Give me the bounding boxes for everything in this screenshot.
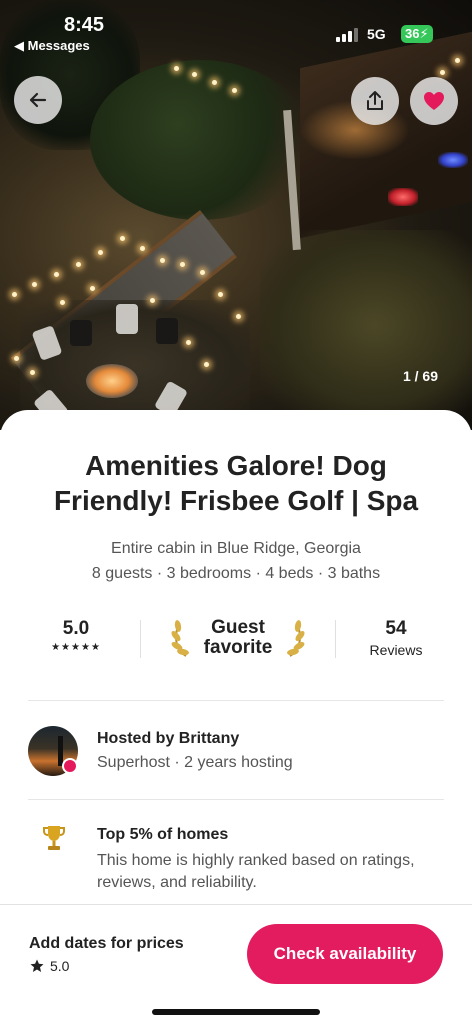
superhost-badge-icon	[62, 758, 78, 774]
photo-string-light	[32, 282, 37, 287]
photo-string-light	[192, 72, 197, 77]
photo-blue-light	[438, 152, 468, 168]
rating-value: 5.0	[62, 618, 90, 639]
photo-string-light	[180, 262, 185, 267]
photo-string-light	[12, 292, 17, 297]
battery-level: 36	[405, 26, 420, 41]
photo-string-light	[200, 270, 205, 275]
listing-capacity: 8 guests · 3 bedrooms · 4 beds · 3 baths	[91, 565, 381, 582]
arrow-left-icon	[29, 92, 47, 108]
listing-photo[interactable]	[0, 0, 472, 430]
photo-string-light	[204, 362, 209, 367]
highlight-title: Top 5% of homes	[97, 826, 229, 843]
photo-string-light	[212, 80, 217, 85]
back-button[interactable]	[14, 76, 62, 124]
rating-summary: 5.0 ★★★★★	[28, 618, 124, 653]
share-button[interactable]	[351, 77, 399, 125]
listing-subtitle: Entire cabin in Blue Ridge, Georgia	[111, 540, 361, 557]
status-time: 8:45	[64, 14, 105, 36]
reviews-count: 54	[385, 618, 407, 639]
share-icon	[367, 91, 383, 110]
photo-string-light	[60, 300, 65, 305]
photo-grass	[260, 230, 472, 420]
photo-string-light	[76, 262, 81, 267]
photo-red-light	[388, 188, 418, 206]
photo-string-light	[54, 272, 59, 277]
photo-string-light	[455, 58, 460, 63]
photo-string-light	[236, 314, 241, 319]
check-availability-button[interactable]: Check availability	[247, 924, 443, 984]
photo-counter: 1 / 69	[402, 368, 438, 384]
photo-string-light	[30, 370, 35, 375]
host-summary[interactable]: Hosted by Brittany Superhost · 2 years h…	[28, 724, 444, 780]
trophy-icon	[43, 826, 65, 850]
photo-string-light	[140, 246, 145, 251]
reviews-label: Reviews	[369, 642, 423, 658]
photo-string-light	[218, 292, 223, 297]
price-prompt[interactable]: Add dates for prices	[29, 935, 184, 953]
cellular-signal-icon	[336, 28, 358, 42]
rating-stars: ★★★★★	[51, 642, 101, 653]
section-divider	[28, 700, 444, 701]
photo-string-light	[14, 356, 19, 361]
laurel-left-icon	[171, 620, 189, 657]
stat-divider	[140, 620, 141, 658]
photo-string-light	[98, 250, 103, 255]
host-name: Hosted by Brittany	[97, 730, 240, 747]
section-divider	[28, 799, 444, 800]
network-type: 5G	[367, 26, 386, 42]
rating-stats[interactable]: 5.0 ★★★★★ Guest favorite 54 Reviews	[28, 606, 444, 678]
reviews-summary[interactable]: 54 Reviews	[348, 618, 444, 658]
status-bar: 8:45 ◀ Messages 5G 36⚡	[0, 12, 472, 54]
photo-string-light	[186, 340, 191, 345]
battery-indicator: 36⚡	[401, 25, 433, 43]
back-to-messages-link[interactable]: ◀ Messages	[14, 38, 90, 54]
charging-icon: ⚡	[419, 26, 429, 41]
host-meta: Superhost · 2 years hosting	[97, 754, 293, 771]
photo-string-light	[90, 286, 95, 291]
photo-dark-chair	[156, 318, 178, 344]
photo-string-light	[440, 70, 445, 75]
stat-divider	[335, 620, 336, 658]
photo-string-light	[150, 298, 155, 303]
favorite-button[interactable]	[410, 77, 458, 125]
photo-dark-chair	[70, 320, 92, 346]
photo-string-light	[174, 66, 179, 71]
highlight-description: This home is highly ranked based on rati…	[97, 852, 415, 891]
listing-highlight: Top 5% of homes This home is highly rank…	[28, 822, 444, 902]
listing-title: Amenities Galore! Dog Friendly! Frisbee …	[53, 450, 419, 516]
photo-string-light	[120, 236, 125, 241]
star-icon	[30, 959, 44, 972]
footer-rating-value: 5.0	[50, 958, 70, 974]
photo-string-light	[160, 258, 165, 263]
heart-icon	[424, 92, 444, 110]
guest-favorite-label: Guest favorite	[203, 617, 273, 658]
photo-string-light	[232, 88, 237, 93]
home-indicator[interactable]	[152, 1009, 320, 1015]
footer-rating: 5.0	[30, 958, 69, 974]
guest-favorite-badge: Guest favorite	[168, 612, 308, 662]
photo-chair	[116, 304, 138, 334]
laurel-right-icon	[287, 620, 305, 657]
photo-trees	[90, 60, 310, 220]
booking-footer: Add dates for prices 5.0 Check availabil…	[0, 904, 472, 1024]
photo-fire-pit	[86, 364, 138, 398]
